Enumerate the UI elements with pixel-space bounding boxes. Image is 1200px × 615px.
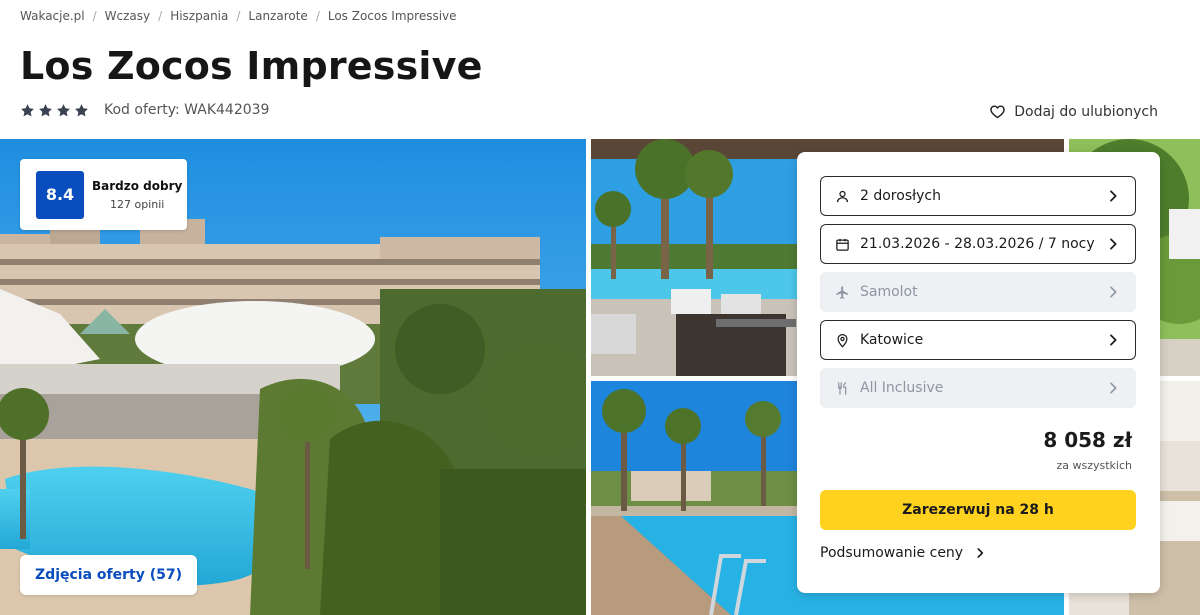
- star-rating: [20, 103, 89, 118]
- price-summary-label: Podsumowanie ceny: [820, 545, 964, 561]
- transport-selector: Samolot: [820, 272, 1136, 312]
- breadcrumb-separator: /: [92, 9, 97, 23]
- chevron-right-icon: [1110, 238, 1117, 250]
- board-selector: All Inclusive: [820, 368, 1136, 408]
- rating-details: Bardzo dobry 127 opinii: [92, 179, 182, 211]
- breadcrumb-region[interactable]: Lanzarote: [248, 9, 307, 23]
- breadcrumb-separator: /: [158, 9, 163, 23]
- breadcrumb: Wakacje.pl / Wczasy / Hiszpania / Lanzar…: [20, 9, 457, 23]
- breadcrumb-wczasy[interactable]: Wczasy: [105, 9, 150, 23]
- chevron-right-icon: [977, 548, 984, 558]
- departure-value: Katowice: [860, 332, 924, 348]
- dates-selector[interactable]: 21.03.2026 - 28.03.2026 / 7 nocy: [820, 224, 1136, 264]
- calendar-icon: [834, 236, 850, 252]
- breadcrumb-separator: /: [315, 9, 320, 23]
- chevron-right-icon: [1110, 334, 1117, 346]
- booking-panel: 2 dorosłych 21.03.2026 - 28.03.2026 / 7 …: [797, 152, 1160, 593]
- chevron-right-icon: [1110, 190, 1117, 202]
- travelers-value: 2 dorosłych: [860, 188, 941, 204]
- travelers-selector[interactable]: 2 dorosłych: [820, 176, 1136, 216]
- board-value: All Inclusive: [860, 380, 944, 396]
- cutlery-icon: [834, 380, 850, 396]
- dates-value: 21.03.2026 - 28.03.2026 / 7 nocy: [860, 236, 1095, 252]
- star-icon: [21, 103, 34, 116]
- chevron-right-icon: [1110, 382, 1117, 394]
- offer-code: Kod oferty: WAK442039: [104, 102, 270, 118]
- breadcrumb-country[interactable]: Hiszpania: [170, 9, 228, 23]
- add-to-favorites-button[interactable]: Dodaj do ulubionych: [989, 103, 1158, 120]
- star-icon: [39, 103, 52, 116]
- heart-icon: [990, 105, 1005, 119]
- rating-label: Bardzo dobry: [92, 178, 183, 193]
- hotel-offer-page: Wakacje.pl / Wczasy / Hiszpania / Lanzar…: [0, 0, 1200, 615]
- offer-photos-button[interactable]: Zdjęcia oferty (57): [20, 555, 197, 595]
- person-icon: [834, 188, 850, 204]
- price-summary-link[interactable]: Podsumowanie ceny: [820, 545, 987, 561]
- price-note: za wszystkich: [1056, 459, 1132, 472]
- review-count[interactable]: 127 opinii: [92, 198, 182, 211]
- departure-city-selector[interactable]: Katowice: [820, 320, 1136, 360]
- breadcrumb-current: Los Zocos Impressive: [327, 9, 457, 23]
- hotel-meta: Kod oferty: WAK442039: [20, 102, 269, 118]
- rating-badge: 8.4 Bardzo dobry 127 opinii: [20, 159, 187, 230]
- transport-value: Samolot: [860, 284, 918, 300]
- breadcrumb-home[interactable]: Wakacje.pl: [20, 9, 85, 23]
- plane-icon: [834, 284, 850, 300]
- rating-score: 8.4: [36, 170, 84, 219]
- page-title: Los Zocos Impressive: [20, 44, 483, 88]
- star-icon: [75, 103, 88, 116]
- breadcrumb-separator: /: [236, 9, 241, 23]
- location-pin-icon: [834, 332, 850, 348]
- main-photo[interactable]: 8.4 Bardzo dobry 127 opinii Zdjęcia ofer…: [0, 139, 586, 615]
- star-icon: [57, 103, 70, 116]
- reserve-button[interactable]: Zarezerwuj na 28 h: [820, 490, 1136, 530]
- total-price: 8 058 zł: [1043, 428, 1132, 452]
- favorite-label: Dodaj do ulubionych: [1014, 103, 1158, 120]
- chevron-right-icon: [1110, 286, 1117, 298]
